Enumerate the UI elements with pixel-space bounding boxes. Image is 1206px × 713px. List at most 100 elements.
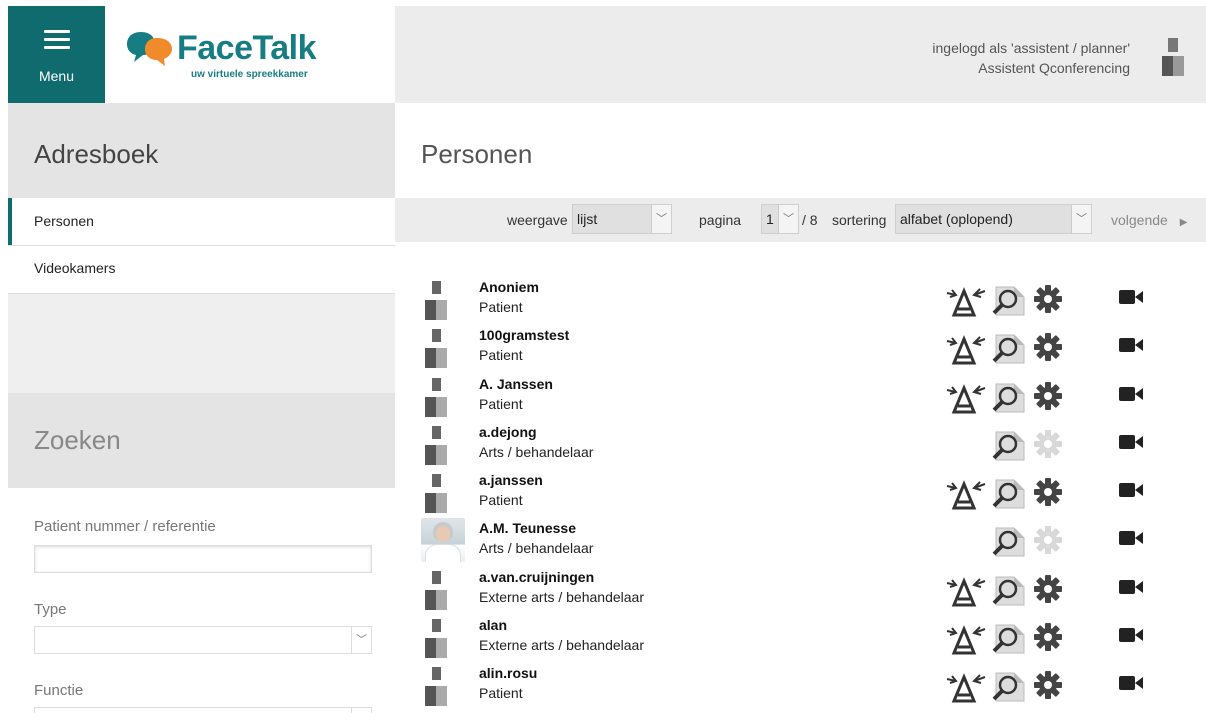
magnifier-icon[interactable] [992, 526, 1028, 563]
magnifier-icon[interactable] [992, 382, 1028, 419]
user-silhouette-icon[interactable] [1162, 38, 1184, 76]
table-row[interactable]: alan Externe arts / behandelaar [421, 613, 1206, 661]
video-camera-icon[interactable] [1119, 482, 1143, 503]
patient-number-input[interactable] [34, 545, 372, 573]
video-camera-icon[interactable] [1119, 627, 1143, 648]
avatar-icon [421, 278, 465, 322]
assign-icon[interactable] [946, 671, 986, 708]
person-name[interactable]: a.janssen [479, 472, 543, 488]
page-total: / 8 [802, 212, 818, 228]
page-title: Personen [421, 139, 533, 169]
magnifier-icon[interactable] [992, 333, 1028, 370]
assign-icon[interactable] [946, 478, 986, 515]
magnifier-icon[interactable] [992, 623, 1028, 660]
person-name[interactable]: alan [479, 617, 507, 633]
sidebar-item-personen[interactable]: Personen [8, 198, 395, 246]
assign-icon[interactable] [946, 382, 986, 419]
page-label: pagina [699, 212, 742, 228]
person-name[interactable]: a.dejong [479, 424, 537, 440]
magnifier-icon[interactable] [992, 575, 1028, 612]
view-select[interactable]: lijst ﹀ [572, 204, 672, 234]
table-row[interactable]: alin.rosu Patient [421, 661, 1206, 709]
assign-icon[interactable] [946, 623, 986, 660]
person-name[interactable]: Anoniem [479, 279, 539, 295]
sidebar: Adresboek Personen Videokamers Zoeken Pa… [8, 103, 395, 713]
logo[interactable]: FaceTalk uw virtuele spreekkamer [105, 6, 395, 103]
table-row[interactable]: a.van.cruijningen Externe arts / behandel… [421, 565, 1206, 613]
magnifier-icon[interactable] [992, 671, 1028, 708]
sort-label: sortering [832, 212, 887, 228]
table-row[interactable]: A.M. Teunesse Arts / behandelaar [421, 516, 1206, 564]
video-camera-icon[interactable] [1119, 289, 1143, 310]
main-content: Personen weergave lijst ﹀ pagina 1 ﹀ / 8… [395, 103, 1206, 713]
list-toolbar: weergave lijst ﹀ pagina 1 ﹀ / 8 sorterin… [395, 198, 1206, 242]
hamburger-icon [44, 30, 70, 54]
person-name[interactable]: a.van.cruijningen [479, 569, 594, 585]
view-label: weergave [507, 212, 568, 228]
person-role: Patient [479, 685, 523, 702]
table-row[interactable]: a.dejong Arts / behandelaar [421, 420, 1206, 468]
video-camera-icon[interactable] [1119, 434, 1143, 455]
table-row[interactable]: Anoniem Patient [421, 275, 1206, 323]
sidebar-title: Adresboek [8, 103, 395, 198]
gear-icon[interactable] [1034, 285, 1062, 318]
page-select[interactable]: 1 ﹀ [761, 204, 799, 234]
logo-text: FaceTalk [177, 29, 317, 67]
person-role: Patient [479, 347, 523, 364]
video-camera-icon[interactable] [1119, 579, 1143, 600]
search-title: Zoeken [8, 393, 395, 488]
menu-label: Menu [38, 68, 75, 84]
table-row[interactable]: a.janssen Patient [421, 468, 1206, 516]
person-role: Externe arts / behandelaar [479, 588, 644, 605]
sort-select[interactable]: alfabet (oplopend) ﹀ [895, 204, 1092, 234]
top-bar: Menu FaceTalk uw virtuele spreekkamer in… [0, 0, 1206, 103]
table-row[interactable]: A. Janssen Patient [421, 372, 1206, 420]
avatar-icon [421, 375, 465, 419]
gear-icon[interactable] [1034, 333, 1062, 366]
gear-icon[interactable] [1034, 574, 1062, 608]
type-label: Type [34, 601, 67, 618]
magnifier-icon[interactable] [992, 285, 1028, 322]
person-name[interactable]: A.M. Teunesse [479, 520, 576, 536]
logo-tagline: uw virtuele spreekkamer [191, 69, 308, 80]
patient-number-label: Patient nummer / referentie [34, 518, 216, 535]
person-name[interactable]: A. Janssen [479, 376, 553, 392]
view-value: lijst [577, 211, 598, 227]
avatar-icon [421, 568, 465, 612]
person-name[interactable]: 100gramstest [479, 327, 569, 343]
magnifier-icon[interactable] [992, 478, 1028, 515]
person-role: Patient [479, 299, 523, 315]
chevron-down-icon: ﹀ [351, 627, 371, 653]
sort-value: alfabet (oplopend) [900, 211, 1013, 227]
magnifier-icon[interactable] [992, 430, 1028, 467]
person-role: Patient [479, 395, 523, 412]
menu-button[interactable]: Menu [8, 6, 105, 103]
gear-icon [1034, 526, 1062, 559]
user-area: ingelogd als 'assistent / planner' Assis… [395, 6, 1206, 103]
gear-icon[interactable] [1034, 381, 1062, 415]
video-camera-icon[interactable] [1119, 530, 1143, 551]
gear-icon[interactable] [1034, 671, 1062, 704]
gear-icon[interactable] [1034, 623, 1062, 656]
assign-icon[interactable] [946, 285, 986, 322]
next-page-link[interactable]: volgende ▶ [1111, 198, 1187, 242]
video-camera-icon[interactable] [1119, 386, 1143, 407]
avatar-icon [421, 423, 465, 467]
video-camera-icon[interactable] [1119, 337, 1143, 358]
type-select[interactable]: ﹀ [34, 626, 372, 654]
sidebar-item-videokamers[interactable]: Videokamers [8, 246, 395, 294]
assign-icon[interactable] [946, 575, 986, 612]
gear-icon[interactable] [1034, 478, 1062, 511]
functie-select[interactable]: ﹀ [34, 707, 372, 713]
person-role: Patient [479, 492, 523, 509]
page-value: 1 [766, 211, 774, 227]
assign-icon[interactable] [946, 333, 986, 370]
login-info: ingelogd als 'assistent / planner' Assis… [932, 38, 1130, 78]
chevron-right-icon: ▶ [1179, 217, 1188, 228]
video-camera-icon[interactable] [1119, 675, 1143, 696]
person-name[interactable]: alin.rosu [479, 665, 537, 681]
table-row[interactable]: 100gramstest Patient [421, 323, 1206, 371]
person-list: Anoniem Patient 100gramstest Patient A. Jans… [421, 275, 1206, 710]
search-form: Patient nummer / referentie Type ﹀ Funct… [8, 488, 395, 713]
chevron-down-icon: ﹀ [351, 708, 371, 713]
